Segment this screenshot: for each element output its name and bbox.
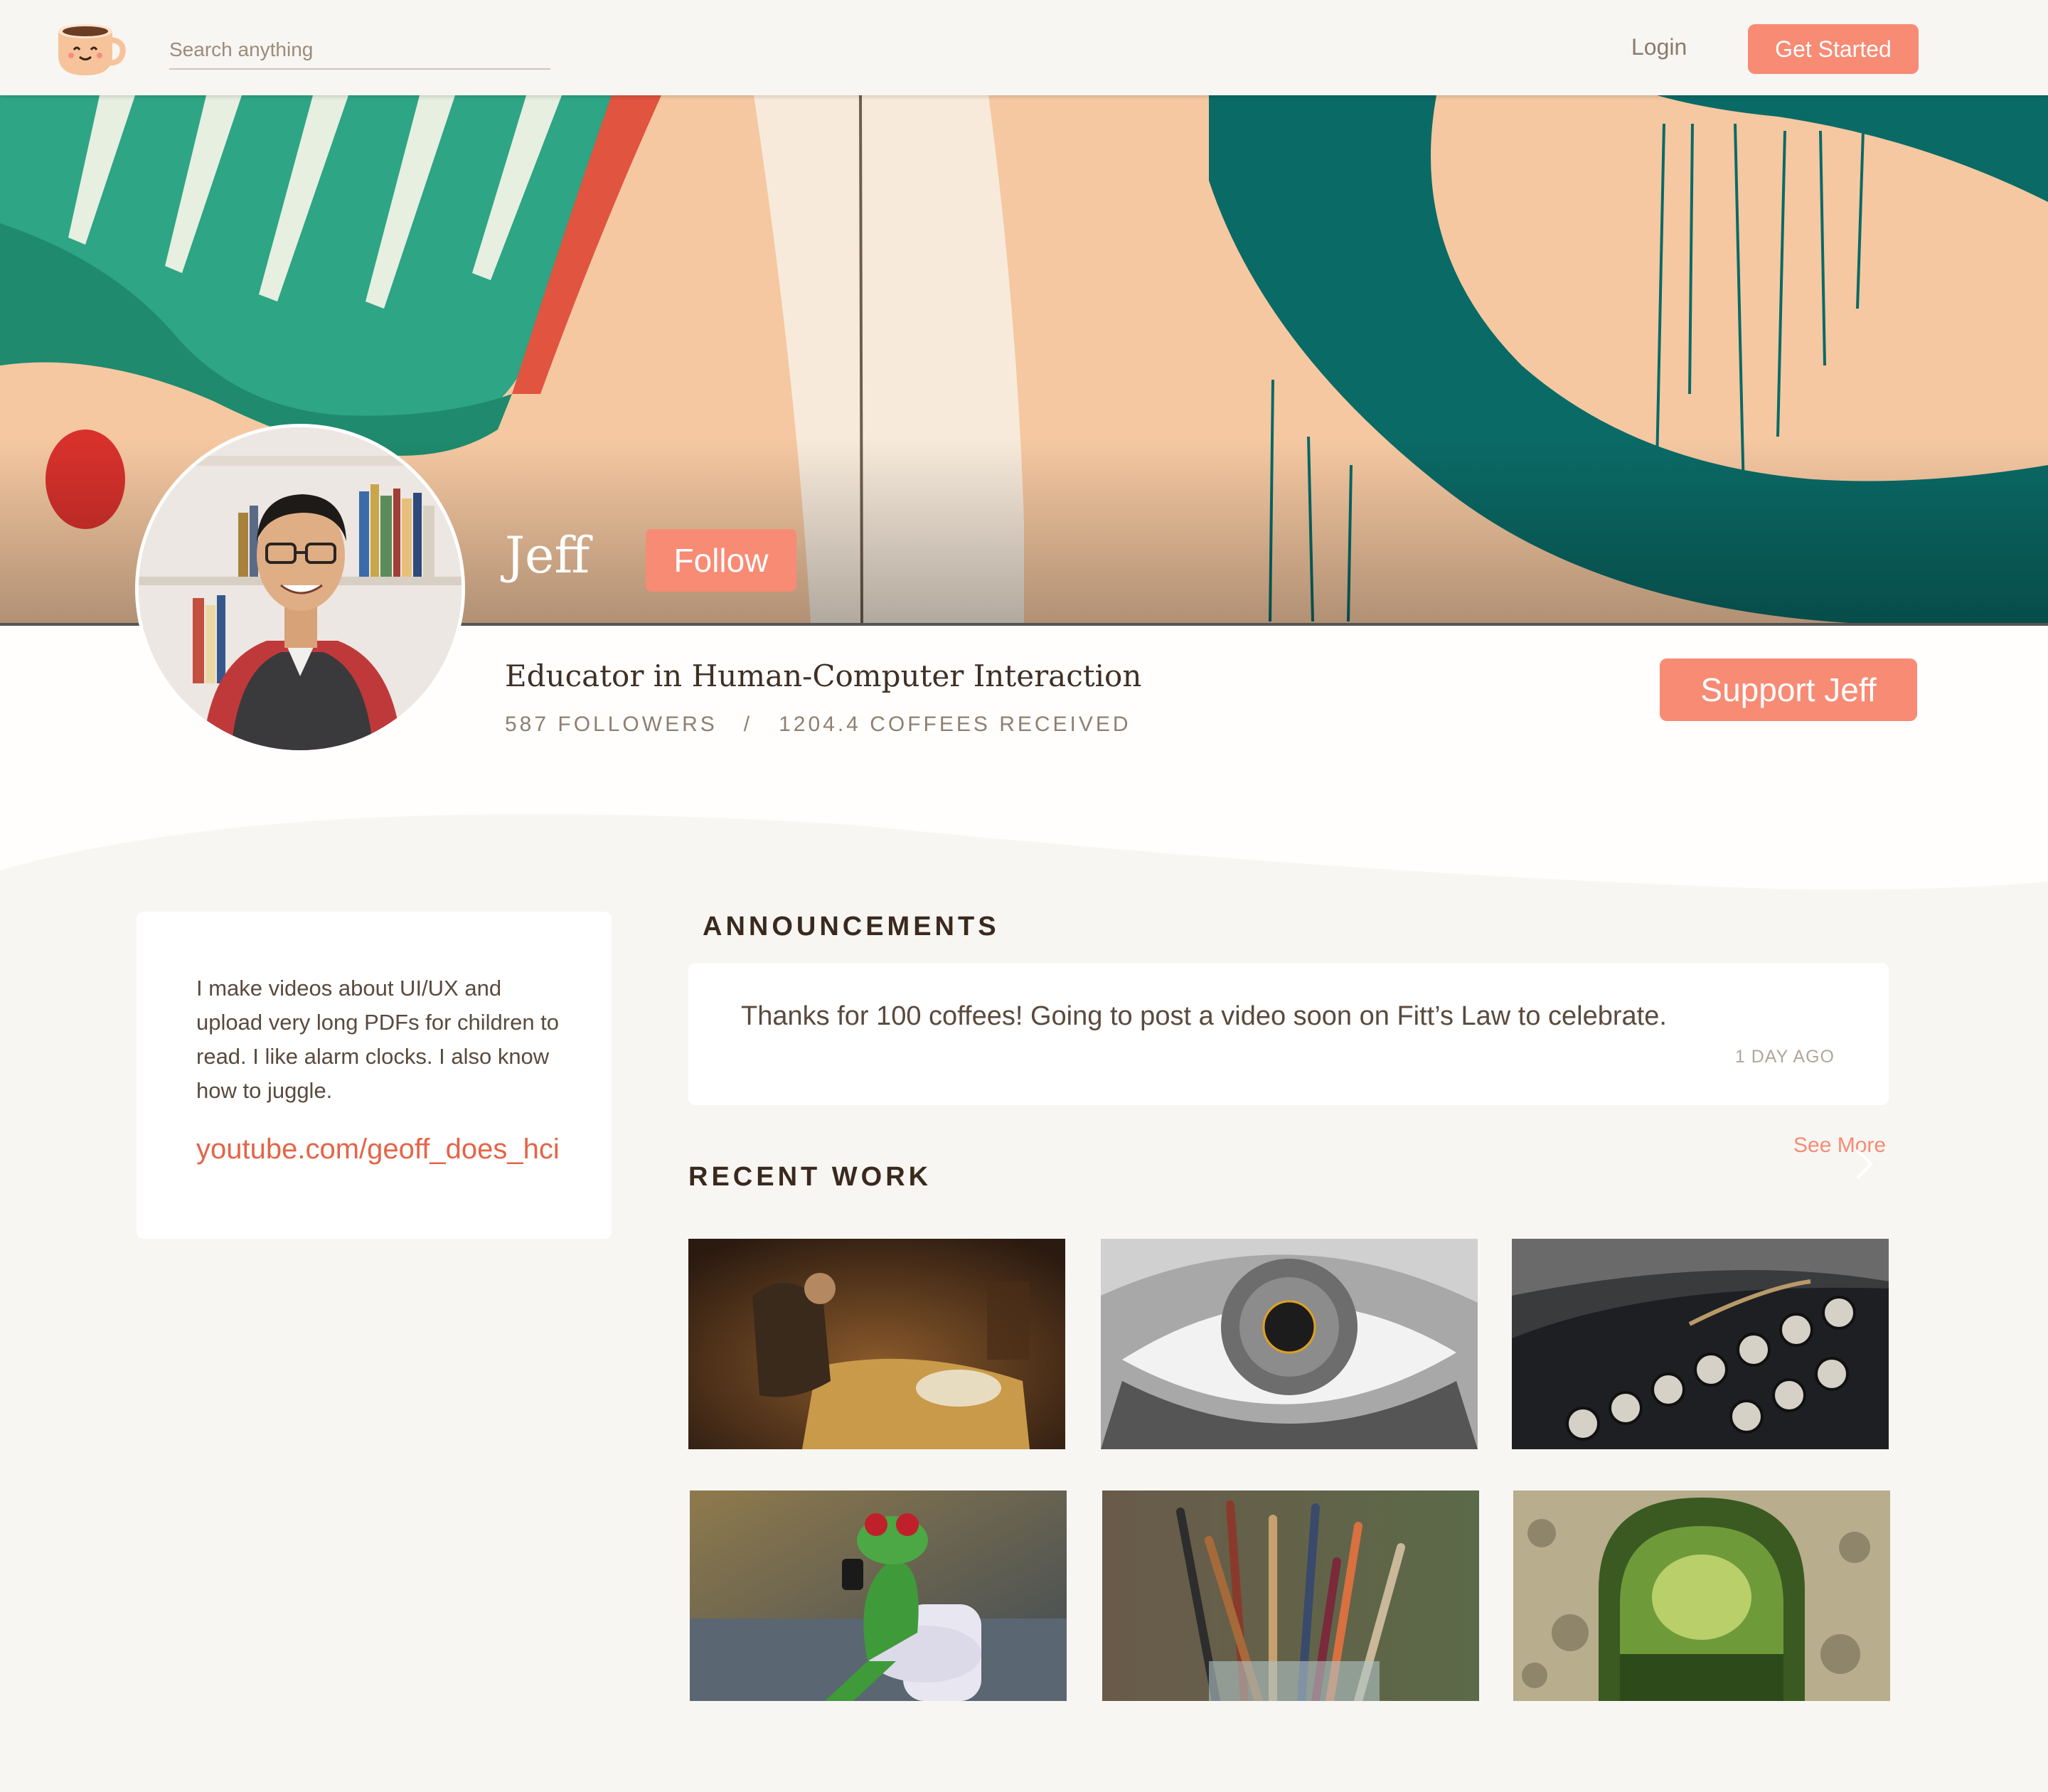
announcement-card: Thanks for 100 coffees! Going to post a … xyxy=(688,963,1889,1105)
youtube-link[interactable]: youtube.com/geoff_does_hci xyxy=(196,1134,560,1166)
coffee-cup-icon[interactable] xyxy=(55,18,127,77)
login-link[interactable]: Login xyxy=(1631,34,1687,60)
see-more-link[interactable]: See More xyxy=(1793,1134,1886,1158)
search-bar xyxy=(169,34,550,70)
work-thumbnail-frog[interactable] xyxy=(690,1490,1067,1701)
work-thumbnail-eye[interactable] xyxy=(1101,1239,1478,1449)
work-thumbnail-painting[interactable] xyxy=(688,1239,1065,1449)
bio-text: I make videos about UI/UX and upload ver… xyxy=(196,976,560,1103)
profile-stats: 587 FOLLOWERS / 1204.4 COFFEES RECEIVED xyxy=(505,713,1131,736)
get-started-button[interactable]: Get Started xyxy=(1748,24,1919,74)
follow-button[interactable]: Follow xyxy=(646,529,796,592)
work-thumbnail-typewriter[interactable] xyxy=(1512,1239,1889,1449)
work-thumbnail-archway[interactable] xyxy=(1513,1490,1890,1701)
profile-tagline: Educator in Human-Computer Interaction xyxy=(505,658,1142,693)
work-thumbnail-paintbrushes[interactable] xyxy=(1102,1490,1479,1701)
top-navbar: Login Get Started xyxy=(0,0,2048,95)
announcement-text: Thanks for 100 coffees! Going to post a … xyxy=(741,1001,1667,1031)
avatar[interactable] xyxy=(135,424,465,754)
announcements-heading: ANNOUNCEMENTS xyxy=(703,912,1000,942)
recent-work-heading: RECENT WORK xyxy=(688,1162,932,1192)
support-button[interactable]: Support Jeff xyxy=(1660,658,1917,721)
profile-name: Jeff xyxy=(505,526,590,585)
announcement-timestamp: 1 DAY AGO xyxy=(1734,1047,1835,1067)
search-input[interactable] xyxy=(169,34,550,65)
bio-card: I make videos about UI/UX and upload ver… xyxy=(137,912,612,1239)
